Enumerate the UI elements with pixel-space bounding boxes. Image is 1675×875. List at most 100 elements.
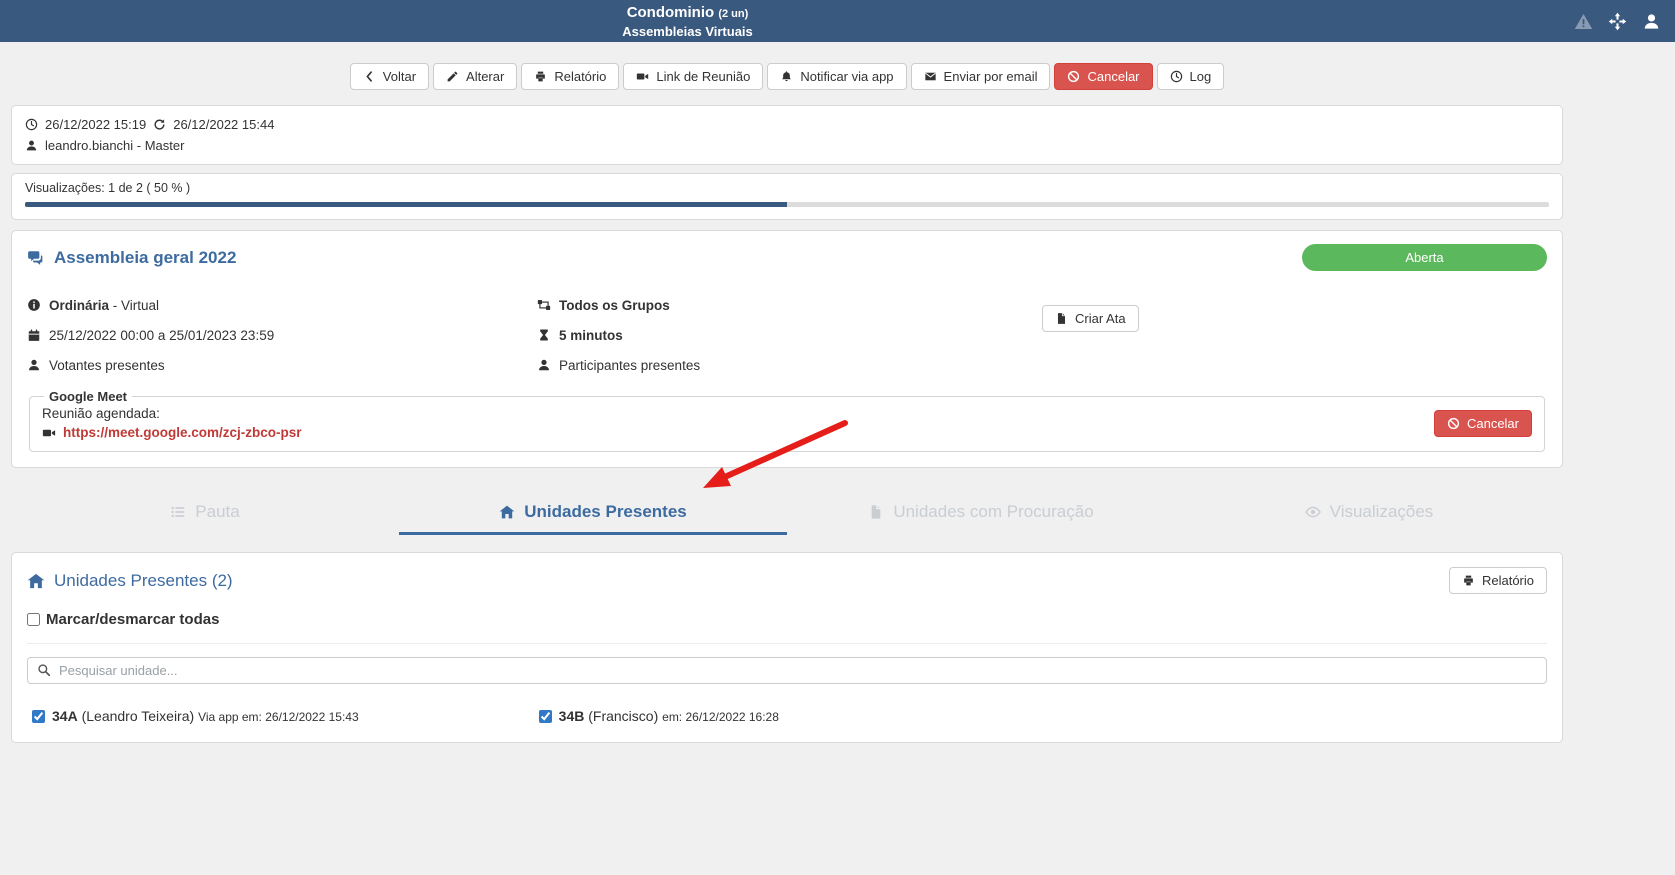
alterar-button[interactable]: Alterar	[433, 63, 517, 90]
tab-unidades-presentes-label: Unidades Presentes	[524, 502, 687, 522]
voters-row: Votantes presentes	[27, 355, 537, 375]
info-icon	[27, 298, 41, 312]
create-minutes-wrap: Criar Ata	[1042, 305, 1139, 375]
unit-item-34b[interactable]: 34B (Francisco) em: 26/12/2022 16:28	[534, 708, 1041, 724]
enviar-email-button[interactable]: Enviar por email	[911, 63, 1051, 90]
participants-row: Participantes presentes	[537, 355, 1042, 375]
units-title: Unidades Presentes (2)	[54, 571, 233, 591]
pencil-icon	[446, 70, 459, 83]
clock-icon	[25, 118, 38, 131]
hourglass-icon	[537, 328, 551, 342]
ban-icon	[1447, 417, 1460, 430]
assembly-type-name: Ordinária	[49, 298, 109, 313]
enviar-email-label: Enviar por email	[944, 69, 1038, 84]
unit-search-input[interactable]	[27, 657, 1547, 684]
log-label: Log	[1190, 69, 1212, 84]
app-header: Condominio (2 un) Assembleias Virtuais	[0, 0, 1675, 42]
cancelar-button[interactable]: Cancelar	[1054, 63, 1152, 90]
user-icon[interactable]	[1642, 12, 1661, 31]
details-right-column: Todos os Grupos 5 minutos Participantes …	[537, 295, 1042, 375]
relatorio-button[interactable]: Relatório	[521, 63, 619, 90]
cancelar-label: Cancelar	[1087, 69, 1139, 84]
video-icon	[42, 426, 56, 440]
divider	[27, 643, 1547, 644]
unit-34a-detail: Via app em: 26/12/2022 15:43	[198, 710, 359, 724]
app-subtitle: Assembleias Virtuais	[0, 23, 1375, 40]
file-icon	[868, 504, 884, 520]
section-tabs: Pauta Unidades Presentes Unidades com Pr…	[11, 494, 1563, 535]
unit-item-34a[interactable]: 34A (Leandro Teixeira) Via app em: 26/12…	[27, 708, 534, 724]
meet-link[interactable]: https://meet.google.com/zcj-zbco-psr	[63, 423, 302, 442]
unit-search-wrap	[27, 657, 1547, 684]
person-icon	[27, 358, 41, 372]
participants-label: Participantes presentes	[559, 358, 700, 373]
units-present-card: Unidades Presentes (2) Relatório Marcar/…	[11, 552, 1563, 743]
link-reuniao-label: Link de Reunião	[656, 69, 750, 84]
condo-name: Condominio	[627, 4, 714, 21]
tab-unidades-procuracao[interactable]: Unidades com Procuração	[787, 494, 1175, 535]
unit-34a-checkbox[interactable]	[32, 710, 45, 723]
views-label: Visualizações: 1 de 2 ( 50 % )	[25, 181, 1549, 195]
unit-34b-code: 34B	[559, 708, 585, 724]
views-card: Visualizações: 1 de 2 ( 50 % )	[11, 173, 1563, 220]
voltar-button[interactable]: Voltar	[350, 63, 429, 90]
file-icon	[1055, 312, 1068, 325]
warning-icon	[1574, 12, 1593, 31]
toggle-all-label: Marcar/desmarcar todas	[46, 611, 219, 628]
unit-34b-checkbox[interactable]	[539, 710, 552, 723]
printer-icon	[534, 70, 547, 83]
tab-pauta-label: Pauta	[195, 502, 239, 522]
timestamps-row: 26/12/2022 15:19 26/12/2022 15:44	[25, 114, 1549, 135]
assembly-type: Ordinária - Virtual	[49, 298, 159, 313]
home-icon	[499, 504, 515, 520]
meet-cancel-label: Cancelar	[1467, 416, 1519, 431]
notificar-app-label: Notificar via app	[800, 69, 893, 84]
assembly-period: 25/12/2022 00:00 a 25/01/2023 23:59	[49, 328, 274, 343]
voters-label: Votantes presentes	[49, 358, 165, 373]
tab-pauta[interactable]: Pauta	[11, 494, 399, 535]
unit-34b-name: (Francisco)	[588, 708, 658, 724]
toggle-all-row[interactable]: Marcar/desmarcar todas	[27, 611, 1547, 628]
duration-label: 5 minutos	[559, 328, 623, 343]
alterar-label: Alterar	[466, 69, 504, 84]
meet-cancel-button[interactable]: Cancelar	[1434, 410, 1532, 437]
google-meet-body: Reunião agendada: https://meet.google.co…	[42, 404, 1532, 442]
notificar-app-button[interactable]: Notificar via app	[767, 63, 906, 90]
assembly-header: Assembleia geral 2022 Aberta	[27, 244, 1547, 271]
assembly-card: Assembleia geral 2022 Aberta Ordinária -…	[11, 230, 1563, 468]
person-icon	[537, 358, 551, 372]
units-list: 34A (Leandro Teixeira) Via app em: 26/12…	[27, 708, 1547, 724]
author-row: leandro.bianchi - Master	[25, 135, 1549, 156]
fullscreen-icon[interactable]	[1608, 12, 1627, 31]
meet-scheduled-label: Reunião agendada:	[42, 404, 302, 423]
log-button[interactable]: Log	[1157, 63, 1225, 90]
updated-at: 26/12/2022 15:44	[173, 117, 274, 132]
units-header: Unidades Presentes (2) Relatório	[27, 567, 1547, 594]
printer-icon	[1462, 574, 1475, 587]
comments-icon	[27, 249, 45, 267]
criar-ata-button[interactable]: Criar Ata	[1042, 305, 1139, 332]
status-badge: Aberta	[1302, 244, 1547, 271]
unit-34b-detail: em: 26/12/2022 16:28	[662, 710, 779, 724]
tab-unidades-presentes[interactable]: Unidades Presentes	[399, 494, 787, 535]
person-icon	[25, 139, 38, 152]
ban-icon	[1067, 70, 1080, 83]
action-toolbar: Voltar Alterar Relatório Link de Reunião…	[11, 63, 1563, 90]
tab-visualizacoes-label: Visualizações	[1330, 502, 1434, 522]
units-grid-spacer	[1040, 708, 1547, 724]
assembly-type-row: Ordinária - Virtual	[27, 295, 537, 315]
link-reuniao-button[interactable]: Link de Reunião	[623, 63, 763, 90]
units-report-button[interactable]: Relatório	[1449, 567, 1547, 594]
video-icon	[636, 70, 649, 83]
unit-34a-code: 34A	[52, 708, 78, 724]
audit-info-card: 26/12/2022 15:19 26/12/2022 15:44 leandr…	[11, 105, 1563, 165]
tab-unidades-procuracao-label: Unidades com Procuração	[893, 502, 1093, 522]
toggle-all-checkbox[interactable]	[27, 613, 40, 626]
created-at: 26/12/2022 15:19	[45, 117, 146, 132]
details-left-column: Ordinária - Virtual 25/12/2022 00:00 a 2…	[27, 295, 537, 375]
units-title-row: Unidades Presentes (2)	[27, 571, 233, 591]
author-name: leandro.bianchi - Master	[45, 138, 184, 153]
assembly-details: Ordinária - Virtual 25/12/2022 00:00 a 2…	[27, 295, 1547, 375]
groups-row: Todos os Grupos	[537, 295, 1042, 315]
tab-visualizacoes[interactable]: Visualizações	[1175, 494, 1563, 535]
